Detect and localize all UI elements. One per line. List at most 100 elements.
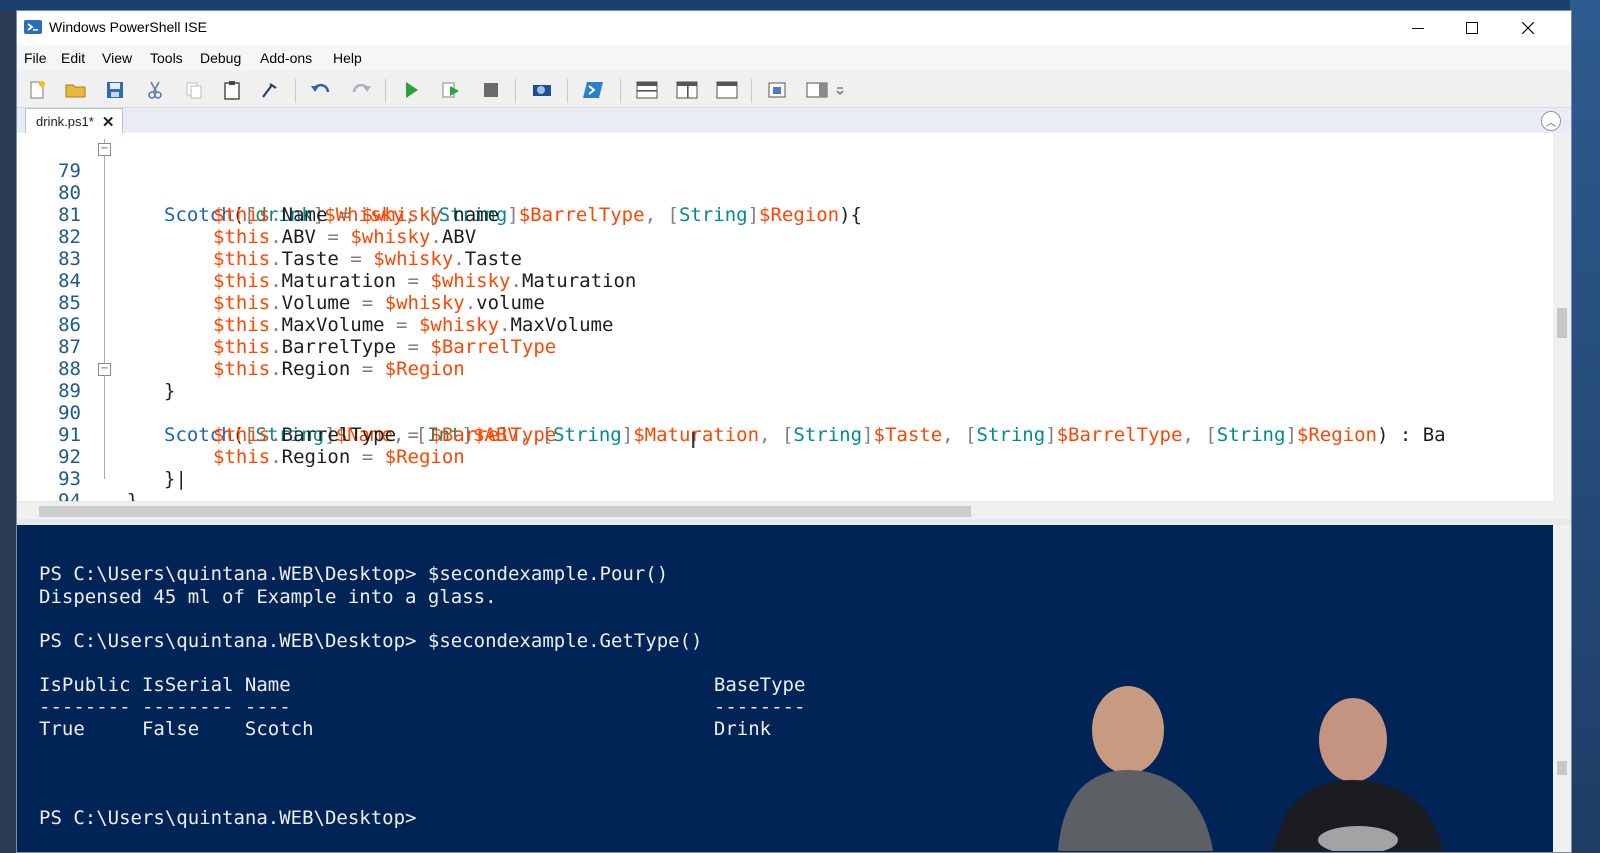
- cut-button[interactable]: [143, 78, 167, 102]
- fold-toggle-icon[interactable]: −: [98, 363, 111, 376]
- menu-debug[interactable]: Debug: [200, 50, 241, 66]
- window-title: Windows PowerShell ISE: [49, 19, 207, 35]
- maximize-button[interactable]: [1445, 11, 1499, 45]
- code-line: 93 }: [17, 446, 1553, 501]
- toolbar-separator: [515, 79, 516, 103]
- menu-tools[interactable]: Tools: [150, 50, 183, 66]
- code-line: 84 $this.Volume = $whisky.volume: [17, 248, 1553, 314]
- stop-icon: [484, 83, 498, 97]
- close-button[interactable]: [1501, 11, 1555, 45]
- code-line: 87 $this.Region = $Region: [17, 314, 1553, 380]
- code-line: 88 }: [17, 336, 1553, 402]
- show-command-addon-icon: [806, 82, 828, 98]
- code-line: 94 $newscotch = [Scotch]::new(): [17, 468, 1553, 501]
- code-line: 83 $this.Maturation = $whisky.Maturation: [17, 226, 1553, 292]
- run-script-button[interactable]: [399, 78, 423, 102]
- console-vertical-scrollbar[interactable]: [1553, 525, 1571, 852]
- show-script-pane-right-icon: [676, 81, 698, 99]
- console-prompt: PS C:\Users\quintana.WEB\Desktop>: [39, 807, 417, 829]
- save-button[interactable]: [103, 78, 127, 102]
- script-tab-strip: drink.ps1* ✕ ︿: [17, 108, 1571, 134]
- chevron-up-icon: ︿: [1546, 117, 1556, 129]
- tab-drink-ps1[interactable]: drink.ps1* ✕: [25, 108, 124, 134]
- stop-button[interactable]: [479, 78, 503, 102]
- menu-add-ons[interactable]: Add-ons: [260, 50, 312, 66]
- undo-icon: [311, 83, 330, 93]
- toolbar-separator: [751, 79, 752, 103]
- console-line: True False Scotch Drink: [39, 718, 772, 740]
- new-button[interactable]: [25, 78, 49, 102]
- show-script-pane-max-icon: [716, 81, 738, 99]
- paste-icon: [224, 81, 240, 100]
- clear-icon: [262, 83, 277, 98]
- show-command-addon-button[interactable]: [805, 78, 829, 102]
- code-line: 79 − Scotch([drink]$Whisky, [String]$Bar…: [17, 138, 1553, 226]
- webcam-overlay: [1058, 686, 1443, 851]
- menu-help[interactable]: Help: [333, 50, 362, 66]
- start-powershell-button[interactable]: [582, 78, 606, 102]
- scrollbar-thumb[interactable]: [1557, 308, 1567, 338]
- fold-toggle-icon[interactable]: −: [98, 143, 111, 156]
- new-remote-powershell-tab-button[interactable]: [530, 78, 554, 102]
- code-line: 85 $this.MaxVolume = $whisky.MaxVolume: [17, 270, 1553, 336]
- line-number: 94: [58, 490, 81, 501]
- run-selection-icon: [442, 82, 459, 98]
- copy-button[interactable]: [182, 78, 206, 102]
- code-line: 81 $this.ABV = $whisky.ABV: [17, 182, 1553, 248]
- toolbar-separator: [385, 79, 386, 103]
- open-button[interactable]: [64, 78, 88, 102]
- code-line: 80 $this.Name = $whisky.name: [17, 160, 1553, 226]
- code-line: 86 $this.BarrelType = $BarrelType: [17, 292, 1553, 358]
- menu-file[interactable]: File: [24, 50, 47, 66]
- toolbar-overflow-button[interactable]: [833, 78, 847, 102]
- close-icon[interactable]: ✕: [102, 113, 115, 131]
- code-line: 89 − Scotch([String]$Name, [Int]$ABV, [S…: [17, 358, 1553, 446]
- code-line: 90 $this.BarrelType = $BarrelType: [17, 380, 1553, 446]
- show-script-pane-top-icon: [636, 81, 658, 99]
- show-script-pane-right-button[interactable]: [675, 78, 699, 102]
- redo-button[interactable]: [349, 78, 373, 102]
- console-line: PS C:\Users\quintana.WEB\Desktop> $secon…: [39, 563, 669, 585]
- run-selection-button[interactable]: [439, 78, 463, 102]
- toolbar: [17, 71, 1571, 108]
- toolbar-separator: [295, 79, 296, 103]
- show-command-window-button[interactable]: [766, 78, 790, 102]
- run-script-icon: [406, 82, 418, 98]
- minimize-button[interactable]: [1391, 11, 1445, 45]
- start-powershell-icon: [583, 82, 603, 98]
- editor-horizontal-scrollbar[interactable]: [17, 501, 1553, 520]
- show-script-pane-maximized-button[interactable]: [715, 78, 739, 102]
- copy-icon: [186, 82, 202, 99]
- clear-button[interactable]: [258, 78, 282, 102]
- paste-button[interactable]: [220, 78, 244, 102]
- collapse-script-pane-button[interactable]: ︿: [1541, 111, 1561, 131]
- cut-icon: [148, 81, 162, 99]
- menu-bar: File Edit View Tools Debug Add-ons Help: [17, 45, 1571, 71]
- desktop-background-right: [1570, 0, 1600, 851]
- code-line: 82 $this.Taste = $whisky.Taste: [17, 204, 1553, 270]
- menu-edit[interactable]: Edit: [61, 50, 85, 66]
- toolbar-separator: [620, 79, 621, 103]
- save-icon: [107, 82, 123, 98]
- editor-vertical-scrollbar[interactable]: [1553, 133, 1571, 501]
- scrollbar-thumb[interactable]: [39, 506, 971, 517]
- scrollbar-thumb[interactable]: [1557, 761, 1567, 775]
- close-icon: [1522, 22, 1534, 34]
- show-script-pane-top-button[interactable]: [635, 78, 659, 102]
- remote-powershell-icon: [533, 85, 551, 96]
- console-line: PS C:\Users\quintana.WEB\Desktop> $secon…: [39, 630, 703, 652]
- tab-label: drink.ps1*: [36, 114, 94, 129]
- console-line: -------- -------- ---- --------: [39, 696, 806, 718]
- new-file-icon: [30, 81, 45, 99]
- code-line: 92 }|: [17, 424, 1553, 490]
- console-line: Dispensed 45 ml of Example into a glass.: [39, 586, 497, 608]
- desktop-background: [0, 0, 1600, 10]
- presenter-right: [1319, 698, 1387, 782]
- undo-button[interactable]: [309, 78, 333, 102]
- powershell-ise-icon: [24, 20, 42, 34]
- title-bar[interactable]: Windows PowerShell ISE: [17, 11, 1571, 45]
- script-editor[interactable]: 79 − Scotch([drink]$Whisky, [String]$Bar…: [17, 133, 1553, 501]
- code-line: 91 $this.Region = $Region: [17, 402, 1553, 468]
- menu-view[interactable]: View: [102, 50, 132, 66]
- maximize-icon: [1466, 22, 1478, 34]
